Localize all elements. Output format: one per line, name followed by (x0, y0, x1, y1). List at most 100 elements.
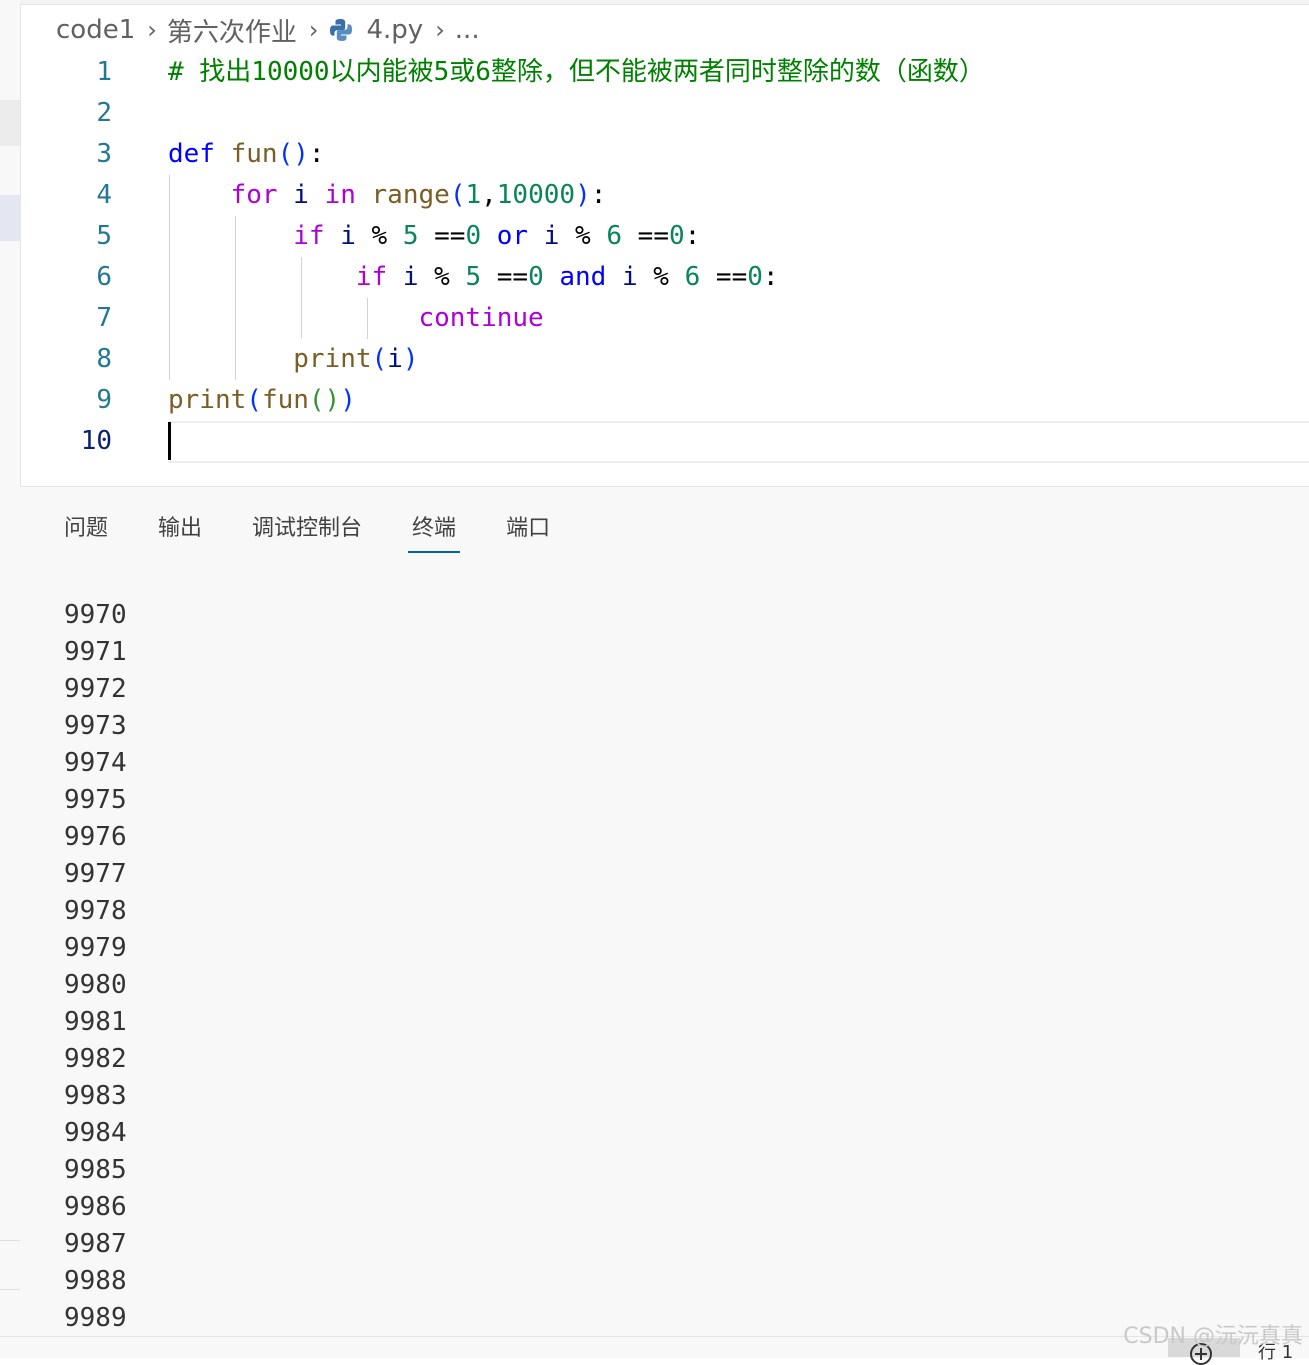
code-token: : (684, 221, 701, 251)
code-line[interactable]: 1 # 找出10000以内能被5或6整除，但不能被两者同时整除的数（函数） (20, 52, 1309, 93)
tab-ports[interactable]: 端口 (506, 511, 550, 551)
code-line[interactable]: 2 (20, 93, 1309, 134)
status-bar (0, 1336, 1309, 1358)
terminal-line: 9985 (64, 1155, 127, 1185)
code-text[interactable]: print(i) (168, 339, 418, 380)
breadcrumb: code1 › 第六次作业 › 4.py › ... (56, 12, 480, 48)
chevron-right-icon: › (435, 16, 445, 44)
terminal-line: 9986 (64, 1192, 127, 1222)
terminal-line: 9988 (64, 1266, 127, 1296)
code-token: in (324, 180, 356, 210)
code-token: () (308, 385, 341, 415)
code-token: i (402, 262, 419, 292)
code-editor[interactable]: 1 # 找出10000以内能被5或6整除，但不能被两者同时整除的数（函数） 2 3 de… (20, 48, 1309, 486)
line-number: 4 (96, 180, 112, 210)
code-line[interactable]: 9 print(fun()) (20, 380, 1309, 421)
code-line[interactable]: 5 if i % 5 ==0 or i % 6 ==0: (20, 216, 1309, 257)
code-token: range (371, 180, 450, 210)
terminal-line: 9977 (64, 859, 127, 889)
code-token: 10000 (496, 180, 576, 210)
code-text[interactable]: # 找出10000以内能被5或6整除，但不能被两者同时整除的数（函数） (168, 52, 985, 93)
code-line[interactable]: 8 print(i) (20, 339, 1309, 380)
code-line[interactable]: 3 def fun(): (20, 134, 1309, 175)
terminal-line: 9970 (64, 600, 127, 630)
line-number: 3 (96, 139, 112, 169)
code-token: i (543, 221, 560, 251)
tab-debug-console[interactable]: 调试控制台 (252, 511, 362, 551)
code-token: % (559, 221, 607, 251)
code-token: and (559, 262, 607, 292)
code-token: if (355, 262, 388, 292)
code-line[interactable]: 6 if i % 5 ==0 and i % 6 ==0: (20, 257, 1309, 298)
text-cursor (168, 422, 171, 460)
terminal-line: 9972 (64, 674, 127, 704)
code-token: : (308, 139, 325, 169)
code-token: 0 (747, 262, 763, 292)
breadcrumb-folder[interactable]: code1 (56, 15, 135, 45)
tab-terminal[interactable]: 终端 (408, 511, 461, 553)
code-token: ( (246, 385, 262, 415)
code-token: % (355, 221, 403, 251)
code-token: ) (402, 344, 419, 374)
tab-output[interactable]: 输出 (158, 511, 202, 551)
code-token: 6 (684, 262, 701, 292)
code-token: i (340, 221, 356, 251)
code-text[interactable]: if i % 5 ==0 or i % 6 ==0: (168, 216, 700, 257)
code-token: == (700, 262, 748, 292)
code-token: () (277, 139, 309, 169)
watermark: CSDN @沅沅真真 (1123, 1324, 1303, 1349)
line-number: 5 (96, 221, 112, 251)
code-text[interactable]: for i in range(1,10000): (168, 175, 607, 216)
terminal-line: 9971 (64, 637, 127, 667)
code-token: , (481, 180, 497, 210)
code-token: if (293, 221, 325, 251)
tab-problems[interactable]: 问题 (64, 511, 108, 551)
breadcrumb-subfolder[interactable]: 第六次作业 (167, 12, 297, 49)
code-token: 5 (402, 221, 419, 251)
line-number: 7 (96, 303, 112, 333)
code-line[interactable]: 10 (20, 421, 1309, 462)
code-line[interactable]: 4 for i in range(1,10000): (20, 175, 1309, 216)
code-token: 5 (465, 262, 482, 292)
code-token: def (168, 139, 215, 169)
code-line[interactable]: 7 continue (20, 298, 1309, 339)
sidebar-item[interactable] (0, 100, 20, 146)
code-token: 0 (528, 262, 544, 292)
breadcrumb-file[interactable]: 4.py (366, 15, 423, 45)
line-number: 8 (96, 344, 112, 374)
code-token: fun (230, 139, 278, 169)
terminal-line: 9980 (64, 970, 127, 1000)
code-token: i (622, 262, 638, 292)
code-text[interactable]: print(fun()) (168, 380, 356, 421)
terminal-line: 9979 (64, 933, 127, 963)
code-token: == (622, 221, 669, 251)
terminal-line: 9987 (64, 1229, 127, 1259)
code-token: continue (418, 303, 544, 333)
code-token: 0 (465, 221, 482, 251)
code-text[interactable]: continue (168, 298, 544, 339)
code-text[interactable]: def fun(): (168, 134, 325, 175)
python-icon (330, 19, 353, 41)
line-number: 9 (96, 385, 112, 415)
sidebar-item[interactable] (0, 1240, 20, 1290)
code-text[interactable]: if i % 5 ==0 and i % 6 ==0: (168, 257, 779, 298)
code-token: 0 (668, 221, 685, 251)
chevron-right-icon: › (308, 16, 319, 44)
terminal-output[interactable]: 9970 9971 9972 9973 9974 9975 9976 9977 9978 9979… (64, 597, 127, 1337)
code-token: == (481, 262, 529, 292)
line-number: 2 (96, 98, 112, 128)
terminal-line: 9981 (64, 1007, 127, 1037)
sidebar-item-active[interactable] (0, 195, 20, 241)
breadcrumb-more[interactable]: ... (455, 15, 480, 45)
code-token: == (418, 221, 466, 251)
code-token: # 找出10000以内能被5或6整除，但不能被两者同时整除的数（函数） (168, 57, 985, 87)
